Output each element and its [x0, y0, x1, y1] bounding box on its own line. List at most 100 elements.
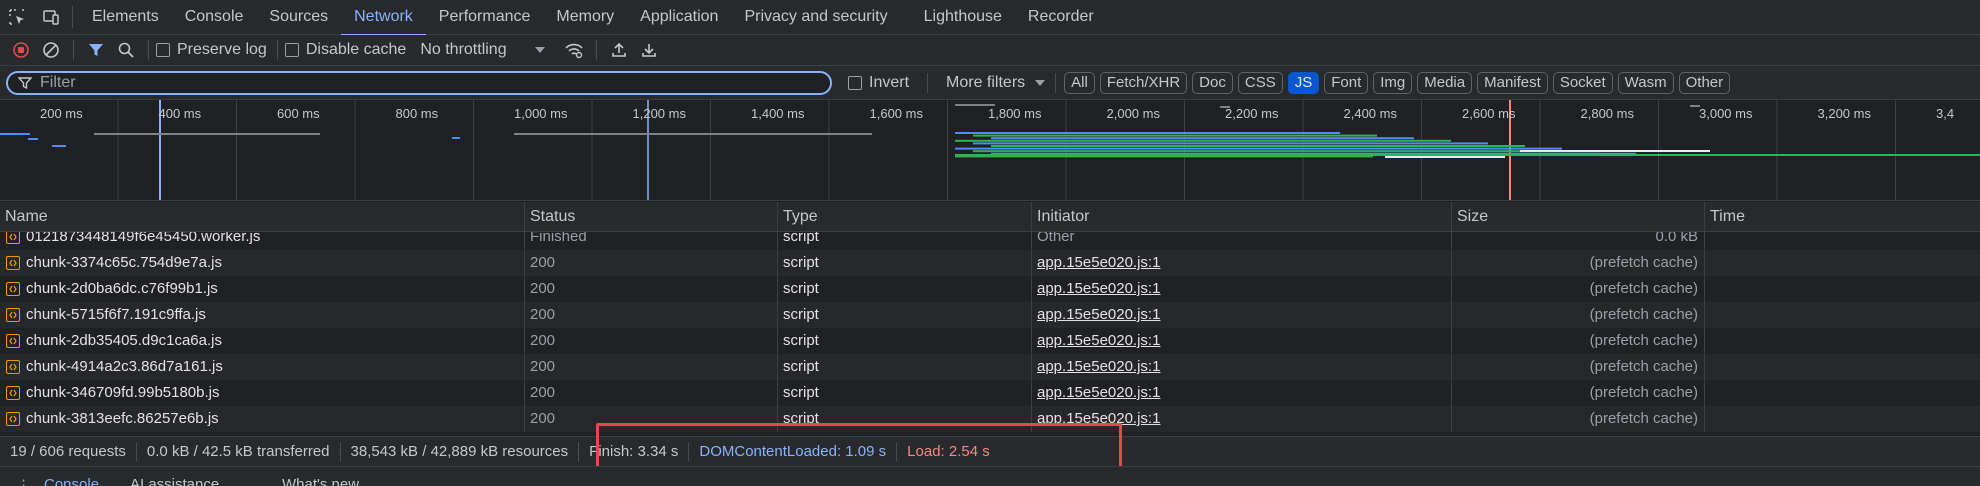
network-toolbar: Preserve log Disable cache No throttling [0, 35, 1980, 66]
tab-recorder[interactable]: Recorder [1015, 0, 1107, 35]
tab-network[interactable]: Network [341, 0, 426, 36]
overview-tick-label: 2,000 ms [1106, 106, 1160, 121]
summary-divider [135, 441, 137, 462]
network-conditions-icon[interactable] [559, 36, 589, 64]
type-filter-img[interactable]: Img [1373, 71, 1413, 94]
request-status: 200 [524, 328, 777, 354]
request-name-cell[interactable]: chunk-346709fd.99b5180b.js [0, 380, 524, 406]
request-name: chunk-3374c65c.754d9e7a.js [26, 254, 222, 271]
column-header-name[interactable]: Name [0, 202, 524, 232]
type-filter-css[interactable]: CSS [1237, 71, 1283, 94]
type-filter-socket[interactable]: Socket [1552, 71, 1613, 94]
checkbox-box[interactable] [284, 43, 299, 57]
type-filter-font[interactable]: Font [1324, 71, 1369, 94]
filter-input-wrapper[interactable] [6, 70, 832, 95]
clear-icon[interactable] [36, 36, 66, 64]
tab-memory[interactable]: Memory [543, 0, 627, 35]
request-table-body: 0121873448149f6e45450.worker.js Finished s… [0, 232, 1980, 436]
disable-cache-checkbox[interactable]: Disable cache [284, 41, 406, 59]
column-header-initiator[interactable]: Initiator [1031, 202, 1451, 232]
type-filter-media[interactable]: Media [1417, 71, 1473, 94]
type-filter-doc[interactable]: Doc [1192, 71, 1233, 94]
filter-bar: Invert More filters AllFetch/XHRDocCSSJS… [0, 66, 1980, 100]
overview-request-bar [0, 133, 30, 135]
stop-recording-icon[interactable] [6, 36, 36, 64]
table-row[interactable]: 0121873448149f6e45450.worker.js Finished s… [0, 232, 1980, 250]
throttling-select[interactable]: No throttling [420, 41, 545, 59]
invert-checkbox[interactable]: Invert [848, 74, 909, 92]
overview-request-bar [514, 133, 872, 135]
request-name-cell[interactable]: chunk-3813eefc.86257e6b.js [0, 406, 524, 432]
initiator-link[interactable]: app.15e5e020.js:1 [1037, 306, 1160, 323]
type-filter-all[interactable]: All [1064, 71, 1095, 94]
table-row[interactable]: chunk-346709fd.99b5180b.js 200 script app.1… [0, 380, 1980, 406]
request-initiator: Other [1037, 232, 1075, 245]
checkbox-box[interactable] [848, 75, 862, 90]
request-name-cell[interactable]: chunk-2db35405.d9c1ca6a.js [0, 328, 524, 354]
column-header-size[interactable]: Size [1451, 202, 1704, 232]
tab-elements[interactable]: Elements [79, 0, 172, 35]
initiator-link[interactable]: app.15e5e020.js:1 [1037, 384, 1160, 401]
type-filter-wasm[interactable]: Wasm [1617, 71, 1674, 94]
table-row[interactable]: chunk-2d0ba6dc.c76f99b1.js 200 script app.1… [0, 276, 1980, 302]
drawer-tab-ai-assistance[interactable]: AI assistance [130, 476, 219, 486]
tab-performance[interactable]: Performance [426, 0, 544, 35]
inspect-element-icon[interactable] [0, 0, 34, 35]
script-file-icon [6, 412, 20, 426]
search-icon[interactable] [111, 36, 141, 64]
request-time [1704, 354, 1980, 380]
overview-request-bar [973, 150, 1599, 153]
overview-request-bar [52, 145, 66, 147]
request-name-cell[interactable]: chunk-4914a2c3.86d7a161.js [0, 354, 524, 380]
table-row[interactable]: chunk-3374c65c.754d9e7a.js 200 script app.1… [0, 250, 1980, 276]
type-filter-manifest[interactable]: Manifest [1477, 71, 1548, 94]
filter-input[interactable] [40, 73, 800, 92]
type-filter-fetch-xhr[interactable]: Fetch/XHR [1099, 71, 1188, 94]
request-status: 200 [524, 250, 777, 276]
export-har-icon[interactable] [634, 36, 664, 64]
tab-lighthouse[interactable]: Lighthouse [911, 0, 1015, 35]
tab-application[interactable]: Application [627, 0, 731, 35]
request-name: chunk-5715f6f7.191c9ffa.js [26, 306, 206, 323]
overview-request-bar [955, 147, 1562, 150]
request-type: script [777, 276, 1031, 302]
request-name-cell[interactable]: chunk-5715f6f7.191c9ffa.js [0, 302, 524, 328]
table-row[interactable]: chunk-5715f6f7.191c9ffa.js 200 script app.1… [0, 302, 1980, 328]
tabbar-divider [72, 6, 73, 28]
request-name-cell[interactable]: 0121873448149f6e45450.worker.js [0, 232, 524, 250]
type-filter-js[interactable]: JS [1287, 71, 1320, 94]
filter-funnel-icon[interactable] [81, 36, 111, 64]
column-header-type[interactable]: Type [777, 202, 1031, 232]
toolbar-divider [73, 40, 74, 60]
tab-sources[interactable]: Sources [256, 0, 341, 35]
device-toolbar-icon[interactable] [34, 0, 68, 35]
tab-privacy-and-security[interactable]: Privacy and security [731, 0, 900, 35]
overview-tick-label: 1,200 ms [632, 106, 686, 121]
table-row[interactable]: chunk-4914a2c3.86d7a161.js 200 script app.1… [0, 354, 1980, 380]
request-initiator-cell: app.15e5e020.js:1 [1031, 250, 1451, 276]
overview-tick-label: 2,400 ms [1343, 106, 1397, 121]
drawer-menu-icon[interactable]: ⋮ [16, 476, 31, 486]
initiator-link[interactable]: app.15e5e020.js:1 [1037, 358, 1160, 375]
drawer-tab-console[interactable]: Console [44, 476, 99, 486]
import-har-icon[interactable] [604, 36, 634, 64]
overview-tick-label: 3,000 ms [1699, 106, 1753, 121]
request-name-cell[interactable]: chunk-2d0ba6dc.c76f99b1.js [0, 276, 524, 302]
tab-console[interactable]: Console [172, 0, 257, 35]
preserve-log-checkbox[interactable]: Preserve log [156, 41, 267, 59]
drawer-tab-whats-new[interactable]: What's new [282, 476, 359, 486]
column-header-time[interactable]: Time [1704, 202, 1980, 232]
request-name-cell[interactable]: chunk-3374c65c.754d9e7a.js [0, 250, 524, 276]
request-size: (prefetch cache) [1451, 406, 1704, 432]
initiator-link[interactable]: app.15e5e020.js:1 [1037, 280, 1160, 297]
column-header-status[interactable]: Status [524, 202, 777, 232]
type-filter-other[interactable]: Other [1678, 71, 1731, 94]
script-file-icon [6, 334, 20, 348]
devtools-tabbar: Elements Console Sources Network Performance… [0, 0, 1980, 36]
checkbox-box[interactable] [156, 43, 170, 57]
initiator-link[interactable]: app.15e5e020.js:1 [1037, 332, 1160, 349]
table-row[interactable]: chunk-2db35405.d9c1ca6a.js 200 script app.1… [0, 328, 1980, 354]
initiator-link[interactable]: app.15e5e020.js:1 [1037, 254, 1160, 271]
more-filters-button[interactable]: More filters [946, 74, 1046, 92]
network-overview-timeline[interactable]: 200 ms 400 ms 600 ms 800 ms 1,000 ms 1,200 ms… [0, 100, 1980, 201]
